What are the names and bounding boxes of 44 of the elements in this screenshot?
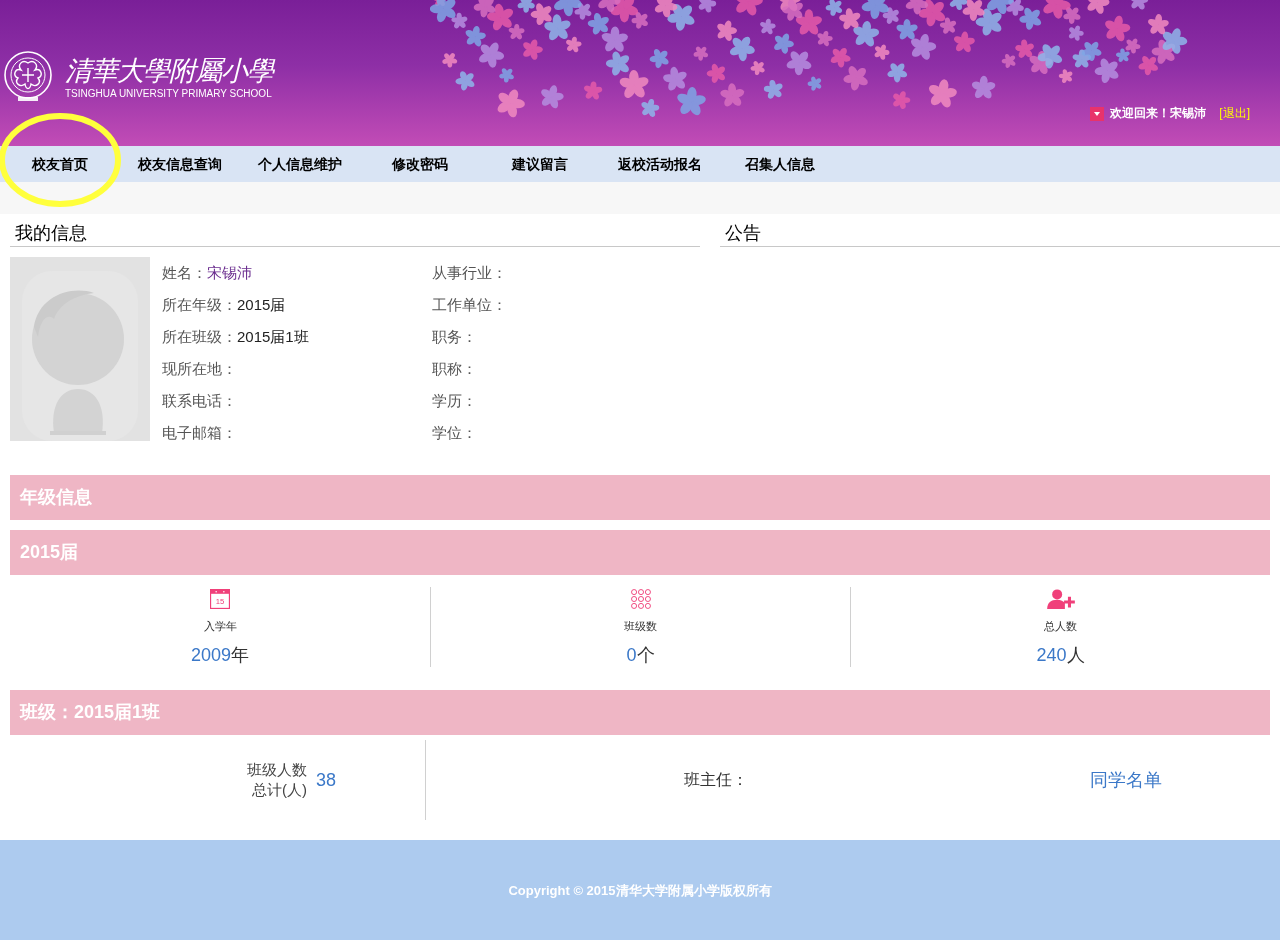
field-label: 学位：: [432, 424, 477, 441]
section-bar: 2015届: [10, 530, 1270, 575]
stat-label: 入学年: [203, 619, 237, 633]
count-label: 班级人数总计(人): [246, 760, 307, 800]
section-bar: 班级：2015届1班: [10, 690, 1270, 735]
field-label: 电子邮箱：: [162, 424, 237, 441]
field-value: 2015届1班: [237, 328, 309, 345]
copyright-text: Copyright © 2015清华大学附属小学版权所有: [508, 883, 772, 898]
logout-link[interactable]: [退出]: [1219, 105, 1250, 122]
field-label: 姓名：: [162, 264, 207, 281]
count-value: 38: [316, 769, 337, 791]
nav-item[interactable]: 个人信息维护: [240, 146, 360, 182]
field-label: 职务：: [432, 328, 477, 345]
nav-item[interactable]: 修改密码: [360, 146, 480, 182]
nav-item[interactable]: 建议留言: [480, 146, 600, 182]
nav-item[interactable]: 召集人信息: [720, 146, 840, 182]
panel-title: 公告: [720, 214, 1280, 247]
stat-value: 0个: [626, 644, 655, 667]
caret-icon: [1090, 106, 1105, 121]
stat-value: 240人: [1036, 644, 1085, 667]
field-label: 所在年级：: [162, 296, 237, 313]
stat-label: 班级数: [624, 619, 657, 633]
field-label: 职称：: [432, 360, 477, 377]
field-label: 学历：: [432, 392, 477, 409]
field-value: 2015届: [237, 296, 286, 313]
calendar-icon: 15: [207, 589, 233, 609]
section-bar: 年级信息: [10, 475, 1270, 520]
field-label: 工作单位：: [432, 296, 507, 313]
school-name-english: TSINGHUA UNIVERSITY PRIMARY SCHOOL: [65, 88, 273, 100]
welcome-message: 欢迎回来！宋锡沛: [1110, 105, 1207, 122]
school-name: 清華大學附屬小學: [65, 55, 273, 88]
roster-link[interactable]: 同学名单: [1090, 768, 1162, 792]
field-label: 从事行业：: [432, 264, 507, 281]
seal-logo-icon: [3, 50, 53, 104]
field-label: 联系电话：: [162, 392, 237, 409]
field-label: 所在班级：: [162, 328, 237, 345]
stat-value: 2009年: [190, 644, 249, 667]
panel-title: 我的信息: [10, 214, 700, 247]
teacher-label: 班主任：: [683, 769, 748, 790]
field-label: 现所在地：: [162, 360, 237, 377]
name-link[interactable]: 宋锡沛: [207, 264, 252, 281]
stat-label: 总人数: [1044, 619, 1077, 633]
nav-item[interactable]: 校友信息查询: [120, 146, 240, 182]
nav-item[interactable]: 返校活动报名: [600, 146, 720, 182]
